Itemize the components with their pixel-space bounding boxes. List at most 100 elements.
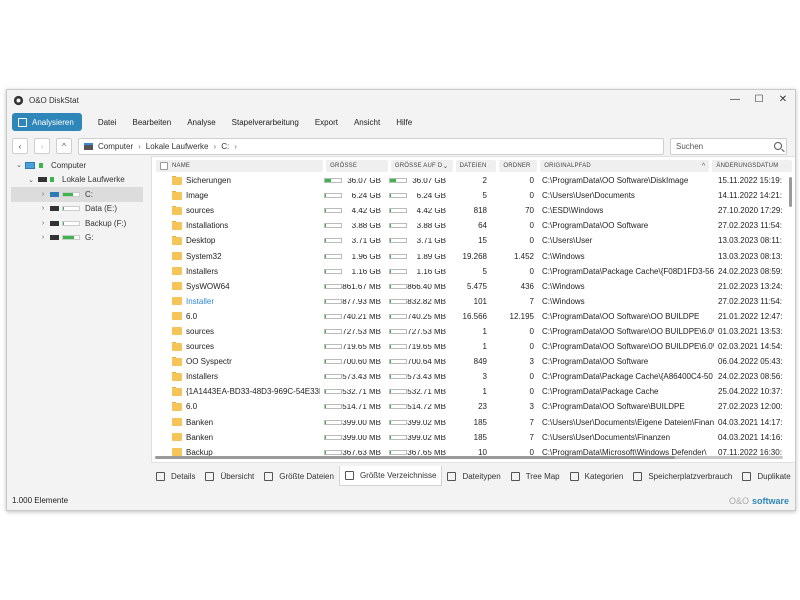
menu-datei[interactable]: Datei <box>90 118 125 127</box>
column-header-label: ÄNDERUNGSDATUM <box>716 163 779 169</box>
cell-size: 6,24 GB <box>320 193 385 199</box>
tree-item-drive-g[interactable]: › G: <box>11 231 143 246</box>
size-on-disk-value: 866,40 MB <box>407 283 446 289</box>
cell-modified-date: 13.03.2023 08:13:2 <box>718 251 782 261</box>
column-header-name[interactable]: NAME <box>156 160 324 172</box>
column-header-files[interactable]: DATEIEN <box>455 160 497 172</box>
table-row[interactable]: System32 1,96 GB 1,89 GB 19.268 1.452 C:\Wind… <box>152 248 795 263</box>
menu-stapelverarbeitung[interactable]: Stapelverarbeitung <box>224 118 307 127</box>
cell-original-path: C:\Users\User\Documents\Eigene Dateien\F… <box>542 417 714 427</box>
table-row[interactable]: Installer 877,93 MB 832,82 MB 101 7 C:\Window… <box>152 294 795 309</box>
tree-item-computer[interactable]: ⌄ Computer <box>11 158 143 173</box>
table-row[interactable]: sources 719,65 MB 719,65 MB 1 0 C:\ProgramDat… <box>152 339 795 354</box>
menu-export[interactable]: Export <box>307 118 346 127</box>
table-row[interactable]: {1A1443EA-BD33-48D3-969C-54E33FFC... 532,… <box>152 384 795 399</box>
table-row[interactable]: sources 727,53 MB 727,53 MB 1 0 C:\ProgramDat… <box>152 324 795 339</box>
table-row[interactable]: Installers 1,16 GB 1,16 GB 5 0 C:\ProgramData… <box>152 264 795 279</box>
menu-hilfe[interactable]: Hilfe <box>388 118 420 127</box>
table-row[interactable]: Installations 3,88 GB 3,88 GB 64 0 C:\Program… <box>152 218 795 233</box>
table-row[interactable]: 6.0 514,71 MB 514,72 MB 23 3 C:\ProgramData\O… <box>152 399 795 414</box>
vertical-scrollbar[interactable] <box>789 177 792 207</box>
tab-übersicht[interactable]: Übersicht <box>200 466 259 486</box>
tab-kategorien[interactable]: Kategorien <box>565 466 629 486</box>
cell-modified-date: 21.01.2022 12:47:0 <box>718 311 782 321</box>
column-header-original-path[interactable]: ORIGINALPFAD ^ <box>540 160 710 172</box>
table-row[interactable]: 6.0 740,21 MB 740,25 MB 16.566 12.195 C:\Prog… <box>152 309 795 324</box>
cell-name: SysWOW64 <box>152 281 320 291</box>
breadcrumb-item[interactable]: Computer <box>98 142 133 151</box>
cell-size: 514,71 MB <box>320 404 385 410</box>
close-button[interactable]: ✕ <box>771 90 795 110</box>
table-row[interactable]: Banken 399,00 MB 399,02 MB 185 7 C:\Users\Use… <box>152 430 795 445</box>
size-bar <box>324 434 342 440</box>
column-header-modified-date[interactable]: ÄNDERUNGSDATUM <box>712 160 792 172</box>
select-all-checkbox[interactable] <box>160 162 168 170</box>
tree-item-drive-f[interactable]: › Backup (F:) <box>11 216 143 231</box>
search-icon[interactable] <box>774 141 782 150</box>
breadcrumb-item[interactable]: C: <box>221 142 229 151</box>
folder-name: 6.0 <box>186 402 198 412</box>
tab-speicherplatzverbrauch[interactable]: Speicherplatzverbrauch <box>628 466 737 486</box>
tree-item-drive-c[interactable]: › C: <box>11 187 143 202</box>
tab-icon <box>264 471 274 481</box>
size-bar <box>324 193 342 199</box>
up-button[interactable]: ^ <box>56 138 72 154</box>
back-button[interactable]: ‹ <box>12 138 28 154</box>
size-bar <box>324 208 342 214</box>
drive-icon <box>50 235 59 241</box>
size-on-disk-value: 719,65 MB <box>407 344 446 350</box>
forward-button[interactable]: › <box>34 138 50 154</box>
breadcrumb[interactable]: Computer › Lokale Laufwerke › C: › <box>78 137 664 155</box>
tab-dateitypen[interactable]: Dateitypen <box>442 466 505 486</box>
column-header-folders[interactable]: ORDNER <box>499 160 538 172</box>
cell-original-path: C:\Windows <box>542 296 585 306</box>
folder-name: OO Syspectr <box>186 357 232 367</box>
size-on-disk-value: 367,65 MB <box>407 449 446 455</box>
expand-icon[interactable]: › <box>39 191 47 198</box>
column-header-size[interactable]: GRÖSSE <box>326 160 388 172</box>
expand-icon[interactable]: ⌄ <box>27 176 35 184</box>
size-on-disk-value: 4,42 GB <box>416 208 446 214</box>
table-row[interactable]: Installers 573,43 MB 573,43 MB 3 0 C:\Program… <box>152 369 795 384</box>
expand-icon[interactable]: ⌄ <box>15 161 23 169</box>
expand-icon[interactable]: › <box>39 234 47 241</box>
tab-details[interactable]: Details <box>151 466 200 486</box>
size-bar <box>389 419 407 425</box>
table-row[interactable]: Banken 399,00 MB 399,02 MB 185 7 C:\Users\Use… <box>152 415 795 430</box>
tab-größte-dateien[interactable]: Größte Dateien <box>259 466 339 486</box>
table-row[interactable]: Sicherungen 36,07 GB 36,07 GB 2 0 C:\ProgramD… <box>152 173 795 188</box>
analyze-button[interactable]: Analysieren <box>12 113 82 131</box>
menu-ansicht[interactable]: Ansicht <box>346 118 388 127</box>
cell-folders: 0 <box>529 326 534 336</box>
expand-icon[interactable]: › <box>39 205 47 212</box>
table-row[interactable]: sources 4,42 GB 4,42 GB 818 70 C:\ESD\Windows… <box>152 203 795 218</box>
tree-item-local-drives[interactable]: ⌄ Lokale Laufwerke <box>11 173 143 188</box>
maximize-button[interactable]: ☐ <box>747 90 771 110</box>
table-row[interactable]: Desktop 3,71 GB 3,71 GB 15 0 C:\Users\User 13.… <box>152 233 795 248</box>
column-header-size-on-disk[interactable]: GRÖSSE AUF D ⌄ <box>390 160 453 172</box>
breadcrumb-item[interactable]: Lokale Laufwerke <box>146 142 209 151</box>
expand-icon[interactable]: › <box>39 220 47 227</box>
menu-bearbeiten[interactable]: Bearbeiten <box>125 118 180 127</box>
table-row[interactable]: SysWOW64 861,67 MB 866,40 MB 5.475 436 C:\Win… <box>152 279 795 294</box>
tree-item-drive-e[interactable]: › Data (E:) <box>11 202 143 217</box>
folder-table: NAME GRÖSSE GRÖSSE AUF D ⌄ DATEIEN ORDNE… <box>151 156 795 463</box>
cell-modified-date: 21.02.2023 13:24:3 <box>718 281 782 291</box>
folder-name: 6.0 <box>186 311 198 321</box>
table-row[interactable]: OO Syspectr 700,60 MB 700,64 MB 849 3 C:\Prog… <box>152 354 795 369</box>
horizontal-scrollbar-thumb[interactable] <box>155 456 675 459</box>
search-input[interactable]: Suchen <box>670 137 787 155</box>
table-row[interactable]: Image 6,24 GB 6,24 GB 5 0 C:\Users\User\Docum… <box>152 188 795 203</box>
cell-folders: 3 <box>529 402 534 412</box>
tab-größte-verzeichnisse[interactable]: Größte Verzeichnisse <box>338 466 443 486</box>
cell-folders: 0 <box>529 221 534 231</box>
cell-size-on-disk: 700,64 MB <box>385 359 450 365</box>
cell-original-path: C:\ProgramData\OO Software <box>542 221 649 231</box>
tab-tree-map[interactable]: Tree Map <box>506 466 565 486</box>
cell-name: Installers <box>152 372 320 381</box>
tab-duplikate[interactable]: Duplikate <box>737 466 795 486</box>
minimize-button[interactable]: — <box>723 90 747 110</box>
menu-analyse[interactable]: Analyse <box>179 118 223 127</box>
cell-size-on-disk: 719,65 MB <box>385 344 450 350</box>
app-window: O&O DiskStat — ☐ ✕ Analysieren Datei Bea… <box>6 89 796 511</box>
